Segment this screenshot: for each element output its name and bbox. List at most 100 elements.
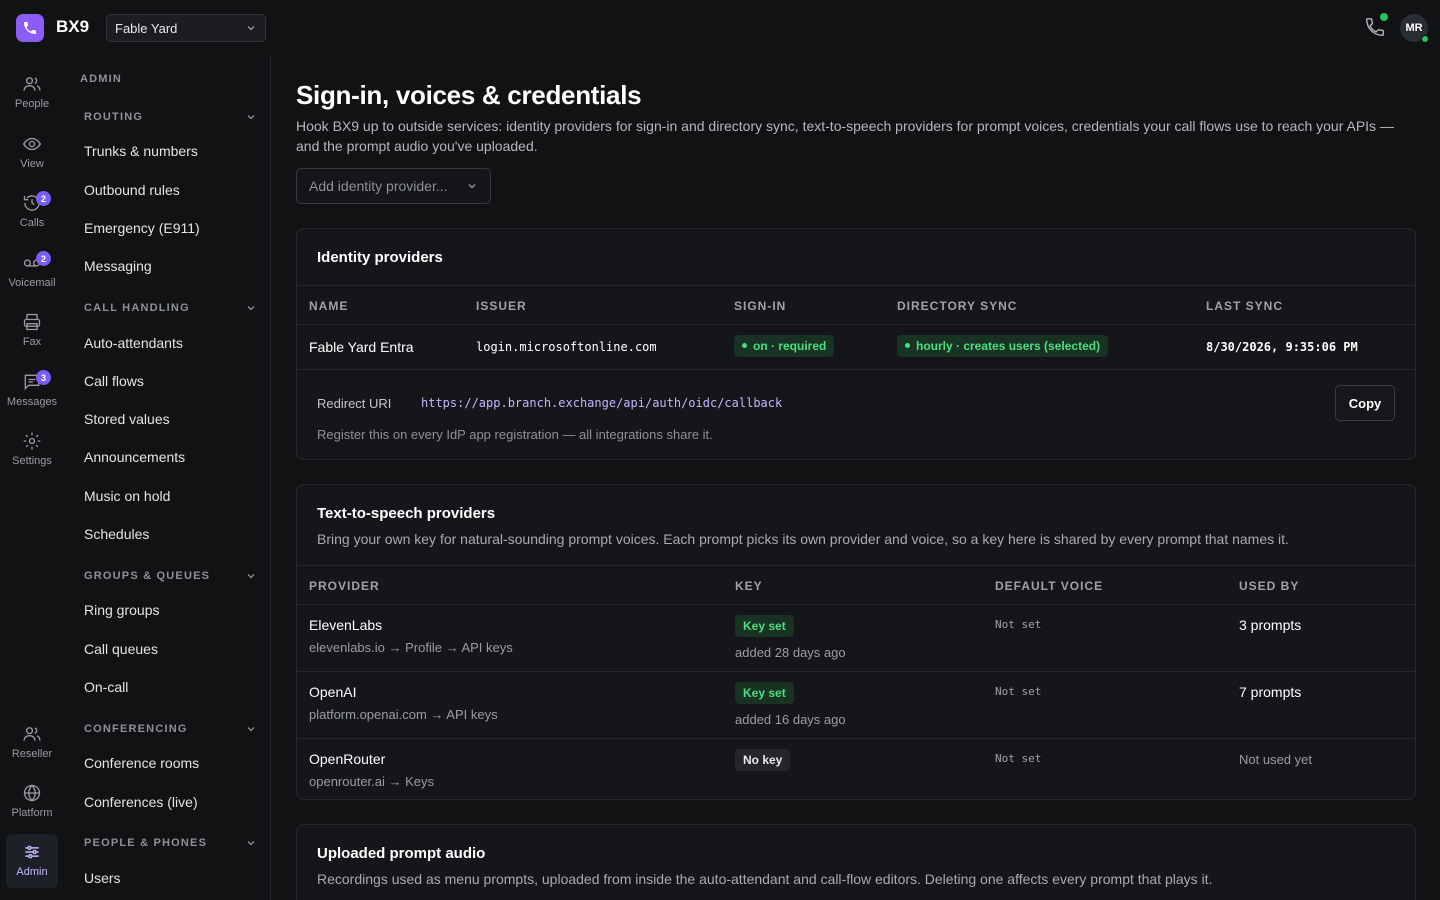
rail-label: Admin — [16, 866, 48, 878]
provider-name: OpenAI — [309, 684, 357, 700]
rail-people[interactable]: People — [6, 66, 58, 120]
column-header: PROVIDER — [309, 579, 380, 593]
rail-messages[interactable]: Messages 3 — [6, 364, 58, 418]
key-status-badge: Key set — [735, 615, 794, 637]
rail-label: Fax — [22, 336, 42, 348]
chevron-down-icon — [247, 841, 255, 846]
page-description: Hook BX9 up to outside services: identit… — [296, 118, 1394, 154]
sidebar-item-schedules[interactable]: Schedules — [84, 526, 149, 542]
sidebar-item-on-call[interactable]: On-call — [84, 679, 128, 695]
nav-section-routing[interactable]: ROUTING — [84, 111, 256, 123]
presence-indicator — [1421, 35, 1429, 43]
sign-in-status: on · required — [734, 335, 835, 357]
chevron-down-icon — [247, 26, 255, 31]
provider-path: platform.openai.com → API keys — [309, 707, 498, 722]
tts-providers-card: Text-to-speech providers Bring your own … — [296, 484, 1416, 800]
sidebar-item-messaging[interactable]: Messaging — [84, 258, 152, 274]
card-title: Uploaded prompt audio — [317, 845, 486, 862]
table-row[interactable]: ElevenLabs elevenlabs.io → Profile → API… — [297, 605, 1415, 672]
phone-icon — [24, 22, 36, 34]
rail-label: View — [20, 158, 44, 170]
sidebar-item-ring-groups[interactable]: Ring groups — [84, 602, 160, 618]
nav-section-title: GROUPS & QUEUES — [84, 570, 211, 582]
sidebar-item-call-queues[interactable]: Call queues — [84, 641, 158, 657]
last-sync-time: 8/30/2026, 9:35:06 PM — [1206, 340, 1358, 354]
sidebar-heading: ADMIN — [80, 73, 123, 85]
idp-issuer: login.microsoftonline.com — [476, 340, 657, 354]
used-by[interactable]: 3 prompts — [1239, 617, 1301, 633]
key-status: Key set — [735, 615, 794, 637]
add-identity-provider-select[interactable]: Add identity provider... — [296, 168, 491, 204]
column-header: KEY — [735, 579, 763, 593]
messages-badge: 3 — [36, 370, 51, 385]
sidebar-item-auto-attendants[interactable]: Auto-attendants — [84, 335, 183, 351]
card-subtitle: Bring your own key for natural-sounding … — [317, 531, 1289, 547]
copy-redirect-uri-button[interactable]: Copy — [1335, 385, 1395, 421]
table-row[interactable]: OpenAI platform.openai.com → API keys Ke… — [297, 672, 1415, 739]
page-title: Sign-in, voices & credentials — [296, 80, 642, 110]
chevron-down-icon — [247, 115, 255, 120]
nav-section-people-phones[interactable]: PEOPLE & PHONES — [84, 837, 256, 849]
sidebar-item-trunks[interactable]: Trunks & numbers — [84, 143, 198, 159]
directory-sync-text: hourly · creates users (selected) — [916, 339, 1101, 353]
sign-in-status-text: on · required — [753, 339, 827, 353]
nav-section-call-handling[interactable]: CALL HANDLING — [84, 302, 256, 314]
identity-providers-card: Identity providers NAME ISSUER SIGN-IN D… — [296, 228, 1416, 460]
status-dot — [905, 343, 910, 349]
column-header: NAME — [309, 299, 349, 313]
sidebar-item-music-on-hold[interactable]: Music on hold — [84, 488, 170, 504]
sidebar-item-users[interactable]: Users — [84, 870, 121, 886]
default-voice: Not set — [995, 685, 1042, 698]
rail-label: People — [14, 98, 50, 110]
globe-icon — [23, 784, 41, 802]
redirect-uri-value[interactable]: https://app.branch.exchange/api/auth/oid… — [421, 396, 782, 410]
rail-view[interactable]: View — [6, 126, 58, 180]
sidebar-item-call-flows[interactable]: Call flows — [84, 373, 144, 389]
rail-label: Platform — [11, 807, 53, 819]
column-header: SIGN-IN — [734, 299, 787, 313]
idp-name: Fable Yard Entra — [309, 339, 414, 355]
table-row[interactable]: Fable Yard Entra login.microsoftonline.c… — [297, 325, 1415, 370]
rail-admin[interactable]: Admin — [6, 834, 58, 888]
redirect-uri-note: Register this on every IdP app registrat… — [317, 427, 713, 442]
default-voice: Not set — [995, 618, 1042, 631]
org-select[interactable]: Fable Yard — [106, 14, 266, 42]
rail-calls[interactable]: Calls 2 — [6, 185, 58, 239]
sidebar-item-emergency[interactable]: Emergency (E911) — [84, 220, 200, 236]
calls-badge: 2 — [36, 191, 51, 206]
sidebar-item-outbound-rules[interactable]: Outbound rules — [84, 182, 180, 198]
nav-section-title: ROUTING — [84, 111, 144, 123]
table-row[interactable]: OpenRouter openrouter.ai → Keys No key N… — [297, 739, 1415, 799]
provider-name: ElevenLabs — [309, 617, 383, 633]
gear-icon — [23, 432, 41, 450]
status-dot — [742, 343, 747, 349]
sidebar-item-conferences-live[interactable]: Conferences (live) — [84, 794, 198, 810]
nav-section-groups-queues[interactable]: GROUPS & QUEUES — [84, 570, 256, 582]
sidebar-item-announcements[interactable]: Announcements — [84, 449, 185, 465]
rail-platform[interactable]: Platform — [6, 775, 58, 829]
key-status-badge: Key set — [735, 682, 794, 704]
used-by[interactable]: 7 prompts — [1239, 684, 1301, 700]
redirect-uri-label: Redirect URI — [317, 396, 392, 411]
chevron-down-icon — [247, 574, 255, 579]
nav-section-conferencing[interactable]: CONFERENCING — [84, 723, 256, 735]
column-header: USED BY — [1239, 579, 1300, 593]
phone-online-indicator — [1380, 13, 1388, 21]
top-bar: BX9 Fable Yard MR — [0, 0, 1440, 56]
sidebar-item-stored-values[interactable]: Stored values — [84, 411, 170, 427]
rail-fax[interactable]: Fax — [6, 304, 58, 358]
rail-voicemail[interactable]: Voicemail 2 — [6, 245, 58, 299]
key-status: Key set — [735, 682, 794, 704]
column-header: ISSUER — [476, 299, 527, 313]
app-logo[interactable] — [16, 14, 44, 42]
rail-label: Messages — [6, 396, 58, 408]
used-by: Not used yet — [1239, 752, 1312, 767]
admin-sidebar: ADMIN ROUTING Trunks & numbers Outbound … — [64, 56, 271, 900]
rail-reseller[interactable]: Reseller — [6, 716, 58, 770]
rail-label: Reseller — [11, 748, 53, 760]
rail-settings[interactable]: Settings — [6, 423, 58, 477]
people-icon — [23, 727, 41, 741]
column-header: LAST SYNC — [1206, 299, 1284, 313]
rail-label: Settings — [12, 455, 52, 467]
sidebar-item-conference-rooms[interactable]: Conference rooms — [84, 755, 199, 771]
